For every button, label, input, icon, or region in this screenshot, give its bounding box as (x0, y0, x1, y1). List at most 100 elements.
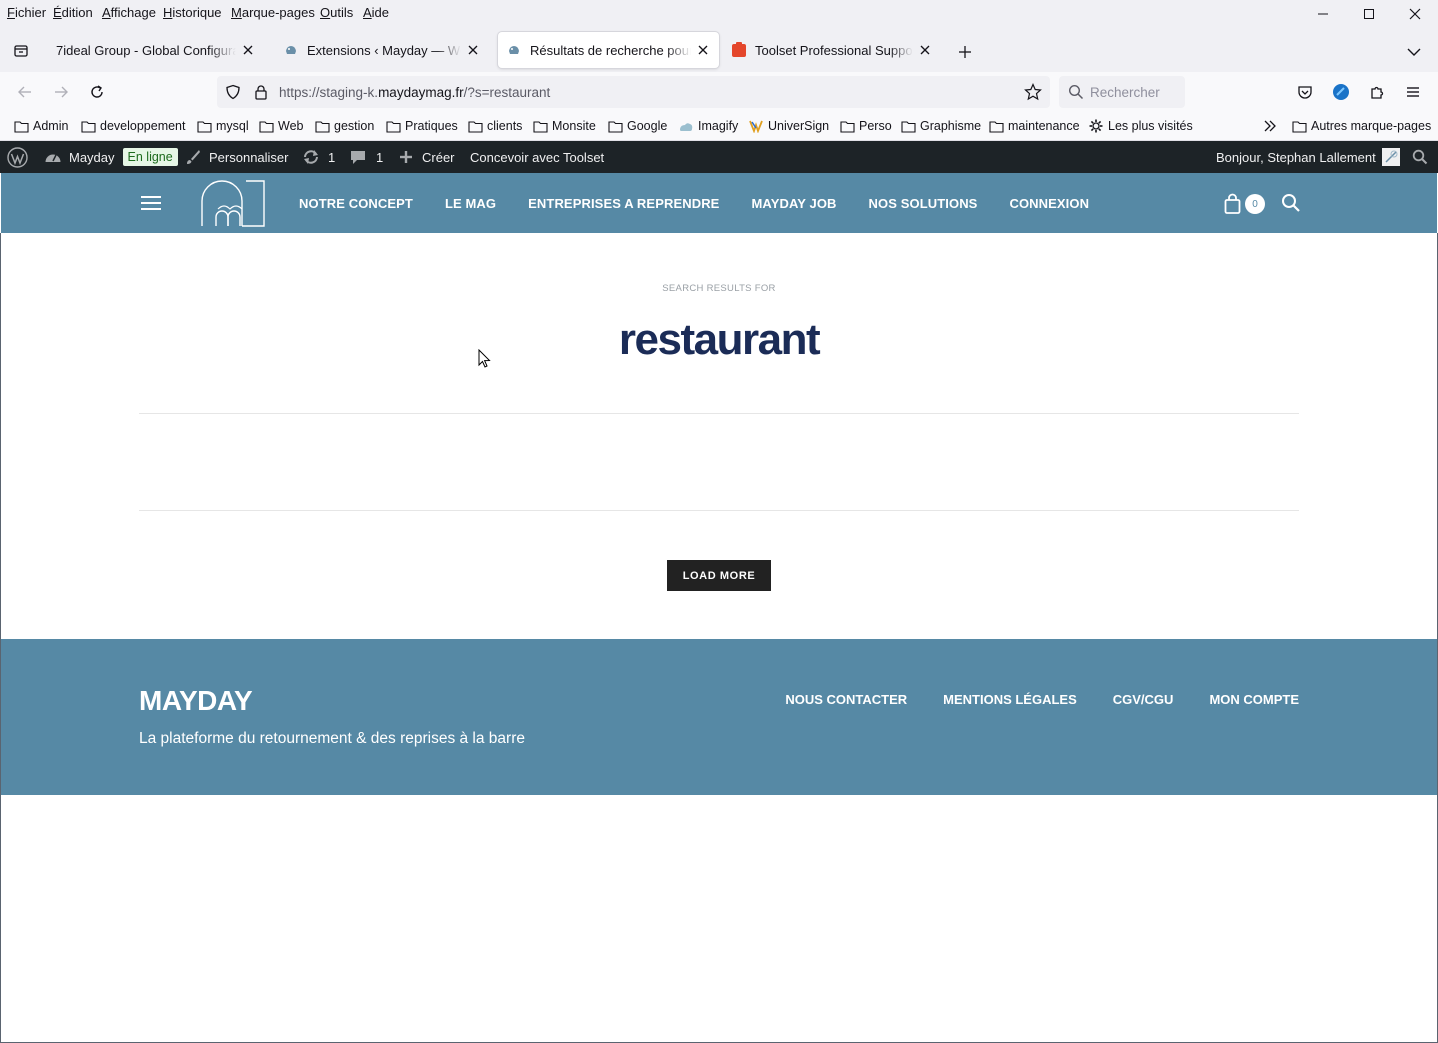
wp-new-content-menu[interactable]: Créer (399, 141, 455, 173)
menu-edition[interactable]: Édition (47, 3, 99, 23)
menu-marque-pages[interactable]: Marque-pages (225, 3, 321, 23)
bookmark-folder[interactable]: maintenance (988, 117, 1080, 135)
tab-close-button[interactable] (695, 42, 711, 58)
tab-search-results[interactable]: Résultats de recherche pour « restaurant (498, 32, 719, 68)
puzzle-icon (1371, 86, 1384, 99)
nav-entreprises-a-reprendre[interactable]: ENTREPRISES A REPRENDRE (528, 196, 719, 211)
account-button[interactable] (1328, 79, 1354, 105)
tab-7ideal[interactable]: 7ideal Group - Global Configuration (48, 32, 264, 68)
bookmark-folder[interactable]: Google (607, 117, 667, 135)
bookmark-folder[interactable]: mysql (196, 117, 249, 135)
close-icon (468, 45, 478, 55)
search-results-label: SEARCH RESULTS FOR (662, 283, 776, 294)
bookmark-folder[interactable]: clients (467, 117, 522, 135)
bookmark-folder[interactable]: Admin (13, 117, 68, 135)
menu-aide[interactable]: Aide (357, 3, 395, 23)
footer-brand[interactable]: MAYDAY (139, 685, 253, 717)
folder-icon (900, 118, 916, 134)
wordpress-logo-icon (7, 146, 28, 168)
bookmark-universign[interactable]: UniverSign (748, 117, 829, 135)
header-search-button[interactable] (1281, 193, 1301, 213)
bookmark-star-icon[interactable] (1024, 83, 1042, 104)
firefox-view-button[interactable] (8, 38, 34, 64)
tab-extensions[interactable]: Extensions ‹ Mayday — WordPress (275, 32, 489, 68)
folder-icon (196, 118, 212, 134)
tab-close-button[interactable] (465, 42, 481, 58)
bookmark-label: Admin (33, 119, 69, 133)
bookmark-label: Imagify (698, 119, 739, 133)
double-chevron-right-icon (1262, 118, 1278, 134)
search-icon (1412, 149, 1428, 165)
wp-logo-menu[interactable] (7, 141, 28, 173)
pocket-button[interactable] (1292, 79, 1318, 105)
bookmark-imagify[interactable]: Imagify (678, 117, 738, 135)
reload-button[interactable] (84, 79, 110, 105)
bookmark-label: Web (278, 119, 304, 133)
menu-fichier[interactable]: Fichier (1, 3, 52, 23)
wp-site-name-menu[interactable]: Mayday En ligne (44, 141, 178, 173)
url-bar[interactable]: https://staging-k.maydaymag.fr/?s=restau… (217, 76, 1050, 108)
wp-customize-link[interactable]: Personnaliser (185, 141, 289, 173)
site-name: Mayday (69, 149, 115, 165)
lock-icon[interactable] (253, 84, 269, 103)
tab-toolset[interactable]: Toolset Professional Support - Toolset (723, 32, 941, 68)
other-bookmarks-folder[interactable]: Autres marque-pages (1291, 117, 1431, 135)
footer-link-contact[interactable]: NOUS CONTACTER (785, 692, 907, 707)
close-icon (1409, 8, 1421, 20)
tracking-protection-shield-icon[interactable] (225, 84, 241, 103)
maximize-button[interactable] (1346, 0, 1392, 28)
list-all-tabs-button[interactable] (1402, 40, 1426, 64)
site-logo[interactable] (200, 179, 266, 227)
footer-link-cgv-cgu[interactable]: CGV/CGU (1113, 692, 1174, 707)
extensions-button[interactable] (1364, 79, 1390, 105)
wp-toolset-design-link[interactable]: Concevoir avec Toolset (470, 141, 604, 173)
bookmark-folder[interactable]: Graphisme (900, 117, 981, 135)
nav-mayday-job[interactable]: MAYDAY JOB (751, 196, 836, 211)
bookmark-folder[interactable]: Web (258, 117, 303, 135)
bookmark-label: clients (487, 119, 523, 133)
app-menu-button[interactable] (1400, 79, 1426, 105)
bookmark-folder[interactable]: developpement (80, 117, 185, 135)
footer-link-mon-compte[interactable]: MON COMPTE (1209, 692, 1299, 707)
web-search-box[interactable]: Rechercher (1059, 76, 1185, 108)
bookmarks-overflow-button[interactable] (1262, 117, 1282, 135)
folder-icon (385, 118, 401, 134)
pocket-icon (1298, 86, 1312, 99)
nav-notre-concept[interactable]: NOTRE CONCEPT (299, 196, 413, 211)
navigation-toolbar: https://staging-k.maydaymag.fr/?s=restau… (0, 72, 1438, 112)
tab-close-button[interactable] (917, 42, 933, 58)
cart-button[interactable] (1223, 193, 1245, 215)
menu-affichage[interactable]: Affichage (96, 3, 162, 23)
tab-title: Résultats de recherche pour « restaurant (530, 42, 691, 58)
wp-comments-link[interactable]: 1 (350, 141, 383, 173)
bookmark-most-visited[interactable]: Les plus visités (1088, 117, 1193, 135)
close-window-button[interactable] (1392, 0, 1438, 28)
nav-connexion[interactable]: CONNEXION (1009, 196, 1089, 211)
comment-bubble-icon (351, 151, 365, 164)
wp-my-account-menu[interactable]: Bonjour, Stephan Lallement (1216, 141, 1400, 173)
nav-le-mag[interactable]: LE MAG (445, 196, 496, 211)
load-more-button[interactable]: LOAD MORE (667, 560, 771, 591)
menu-historique[interactable]: Historique (157, 3, 228, 23)
dashboard-gauge-icon (45, 154, 61, 162)
forward-button[interactable] (48, 79, 74, 105)
wordpress-favicon-icon (283, 42, 299, 58)
url-text[interactable]: https://staging-k.maydaymag.fr/?s=restau… (279, 85, 550, 100)
bookmark-label: Monsite (552, 119, 596, 133)
main-navigation: NOTRE CONCEPT LE MAG ENTREPRISES A REPRE… (299, 173, 1121, 233)
bookmark-folder[interactable]: Perso (839, 117, 892, 135)
tab-close-button[interactable] (240, 42, 256, 58)
bookmark-folder[interactable]: gestion (314, 117, 374, 135)
wp-updates-link[interactable]: 1 (302, 141, 335, 173)
menu-outils[interactable]: Outils (314, 3, 359, 23)
nav-nos-solutions[interactable]: NOS SOLUTIONS (869, 196, 978, 211)
wp-search-button[interactable] (1412, 141, 1428, 173)
minimize-button[interactable] (1300, 0, 1346, 28)
footer-link-mentions-legales[interactable]: MENTIONS LÉGALES (943, 692, 1077, 707)
search-term-title: restaurant (618, 315, 821, 364)
offcanvas-menu-button[interactable] (141, 194, 161, 212)
new-tab-button[interactable] (953, 40, 977, 64)
bookmark-folder[interactable]: Pratiques (385, 117, 458, 135)
bookmark-folder[interactable]: Monsite (532, 117, 596, 135)
back-button[interactable] (12, 79, 38, 105)
